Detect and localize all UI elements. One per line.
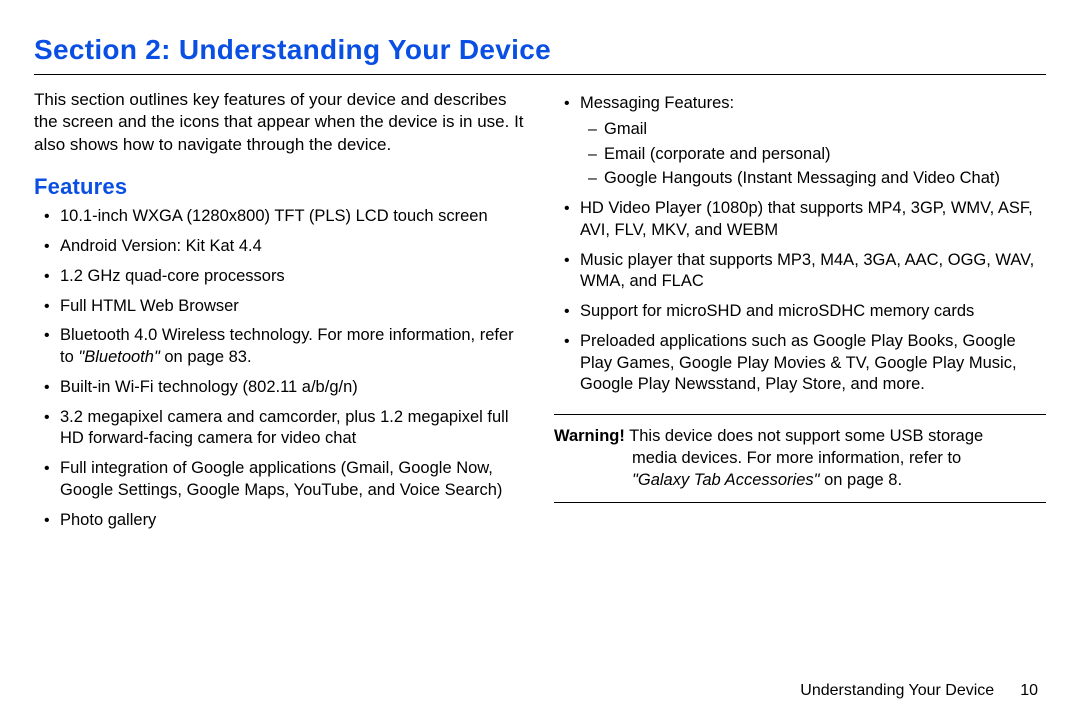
warning-text-line3: "Galaxy Tab Accessories" on page 8. (554, 469, 1046, 491)
feature-item: Support for microSHD and microSDHC memor… (562, 301, 1046, 323)
feature-item: 3.2 megapixel camera and camcorder, plus… (42, 407, 526, 451)
warning-block: Warning! This device does not support so… (554, 414, 1046, 502)
left-column: This section outlines key features of yo… (34, 89, 526, 540)
warning-text: on page 8. (820, 471, 903, 489)
footer-title: Understanding Your Device (800, 682, 994, 699)
feature-item-messaging: Messaging Features: Gmail Email (corpora… (562, 93, 1046, 190)
feature-item: Built-in Wi-Fi technology (802.11 a/b/g/… (42, 377, 526, 399)
feature-item: Music player that supports MP3, M4A, 3GA… (562, 250, 1046, 294)
feature-item-bluetooth: Bluetooth 4.0 Wireless technology. For m… (42, 325, 526, 369)
feature-item: Preloaded applications such as Google Pl… (562, 331, 1046, 396)
warning-text-line2: media devices. For more information, ref… (554, 447, 1046, 469)
cross-ref-accessories: "Galaxy Tab Accessories" (632, 471, 820, 489)
feature-item: 10.1-inch WXGA (1280x800) TFT (PLS) LCD … (42, 206, 526, 228)
sub-item: Gmail (588, 119, 1046, 141)
two-column-layout: This section outlines key features of yo… (34, 89, 1046, 540)
feature-text: on page 83. (160, 348, 252, 366)
cross-ref-bluetooth: "Bluetooth" (78, 348, 159, 366)
warning-text: media devices. For more information, ref… (632, 449, 961, 467)
right-column: Messaging Features: Gmail Email (corpora… (554, 89, 1046, 540)
features-list-left: 10.1-inch WXGA (1280x800) TFT (PLS) LCD … (34, 206, 526, 531)
section-intro: This section outlines key features of yo… (34, 89, 526, 156)
section-title: Section 2: Understanding Your Device (34, 34, 1046, 66)
sub-item: Google Hangouts (Instant Messaging and V… (588, 168, 1046, 190)
warning-text: This device does not support some USB st… (625, 427, 983, 445)
title-divider (34, 74, 1046, 75)
warning-label: Warning! (554, 427, 625, 445)
manual-page: Section 2: Understanding Your Device Thi… (0, 0, 1080, 720)
features-list-right: Messaging Features: Gmail Email (corpora… (554, 93, 1046, 396)
feature-item: Photo gallery (42, 510, 526, 532)
feature-text: Messaging Features: (580, 94, 734, 112)
feature-item: HD Video Player (1080p) that supports MP… (562, 198, 1046, 242)
feature-item: 1.2 GHz quad-core processors (42, 266, 526, 288)
feature-item: Android Version: Kit Kat 4.4 (42, 236, 526, 258)
feature-item: Full HTML Web Browser (42, 296, 526, 318)
sub-item: Email (corporate and personal) (588, 144, 1046, 166)
feature-item: Full integration of Google applications … (42, 458, 526, 502)
footer-page-number: 10 (1020, 682, 1038, 699)
page-footer: Understanding Your Device 10 (800, 682, 1038, 700)
features-heading: Features (34, 174, 526, 200)
messaging-sublist: Gmail Email (corporate and personal) Goo… (580, 119, 1046, 190)
